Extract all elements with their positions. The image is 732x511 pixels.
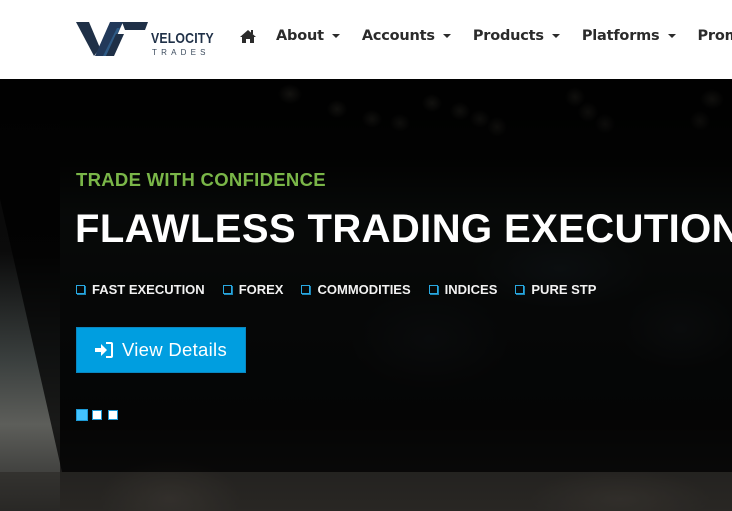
chevron-down-icon — [331, 34, 340, 38]
feature-label: COMMODITIES — [317, 282, 411, 297]
feature-item: FAST EXECUTION — [76, 282, 205, 297]
feature-item: COMMODITIES — [301, 282, 411, 297]
logo-mark-icon — [76, 22, 148, 56]
nav-label: Accounts — [361, 28, 435, 44]
feature-label: PURE STP — [531, 282, 597, 297]
slider-pagination — [76, 409, 124, 421]
sign-in-icon — [94, 342, 113, 358]
nav-item-promotions[interactable]: Promotions — [698, 28, 732, 44]
hero-kicker: TRADE WITH CONFIDENCE — [76, 169, 326, 190]
nav-item-accounts[interactable]: Accounts — [362, 28, 451, 44]
home-icon — [240, 30, 256, 43]
chevron-down-icon — [667, 34, 676, 38]
site-header: VELOCITY TRADES About Accounts Products … — [0, 0, 732, 79]
nav-home[interactable] — [240, 28, 256, 44]
slider-dot-1[interactable] — [76, 409, 88, 421]
feature-item: INDICES — [428, 282, 498, 297]
feature-label: INDICES — [444, 282, 498, 297]
checkbox-square-icon — [301, 285, 311, 294]
nav-label: Promotions — [697, 28, 732, 44]
nav-item-products[interactable]: Products — [473, 28, 560, 44]
feature-item: FOREX — [222, 282, 284, 297]
nav-label: About — [276, 28, 324, 44]
hero-overlay-bottom — [0, 472, 732, 511]
chevron-down-icon — [442, 34, 451, 38]
checkbox-square-icon — [76, 285, 85, 294]
checkbox-square-icon — [515, 285, 525, 294]
brand-tagline: TRADES — [152, 48, 210, 57]
hero-slider: TRADE WITH CONFIDENCE FLAWLESS TRADING E… — [0, 79, 732, 511]
nav-item-platforms[interactable]: Platforms — [582, 28, 676, 44]
chevron-down-icon — [551, 34, 560, 38]
feature-item: PURE STP — [515, 282, 596, 297]
hero-headline: FLAWLESS TRADING EXECUTION — [75, 207, 732, 251]
brand-logo[interactable]: VELOCITY TRADES — [76, 20, 216, 60]
main-nav: About Accounts Products Platforms Promot… — [240, 28, 732, 44]
slider-dot-3[interactable] — [108, 410, 118, 420]
nav-label: Products — [472, 28, 544, 44]
view-details-label: View Details — [121, 339, 228, 360]
feature-label: FOREX — [238, 282, 284, 297]
feature-list: FAST EXECUTION FOREX COMMODITIES INDICES… — [76, 282, 614, 297]
slider-dot-2[interactable] — [92, 410, 102, 420]
brand-name: VELOCITY — [151, 30, 214, 47]
view-details-button[interactable]: View Details — [76, 327, 246, 373]
checkbox-square-icon — [222, 285, 232, 294]
nav-label: Platforms — [581, 28, 660, 44]
checkbox-square-icon — [428, 285, 438, 294]
feature-label: FAST EXECUTION — [92, 282, 205, 297]
nav-item-about[interactable]: About — [276, 28, 340, 44]
